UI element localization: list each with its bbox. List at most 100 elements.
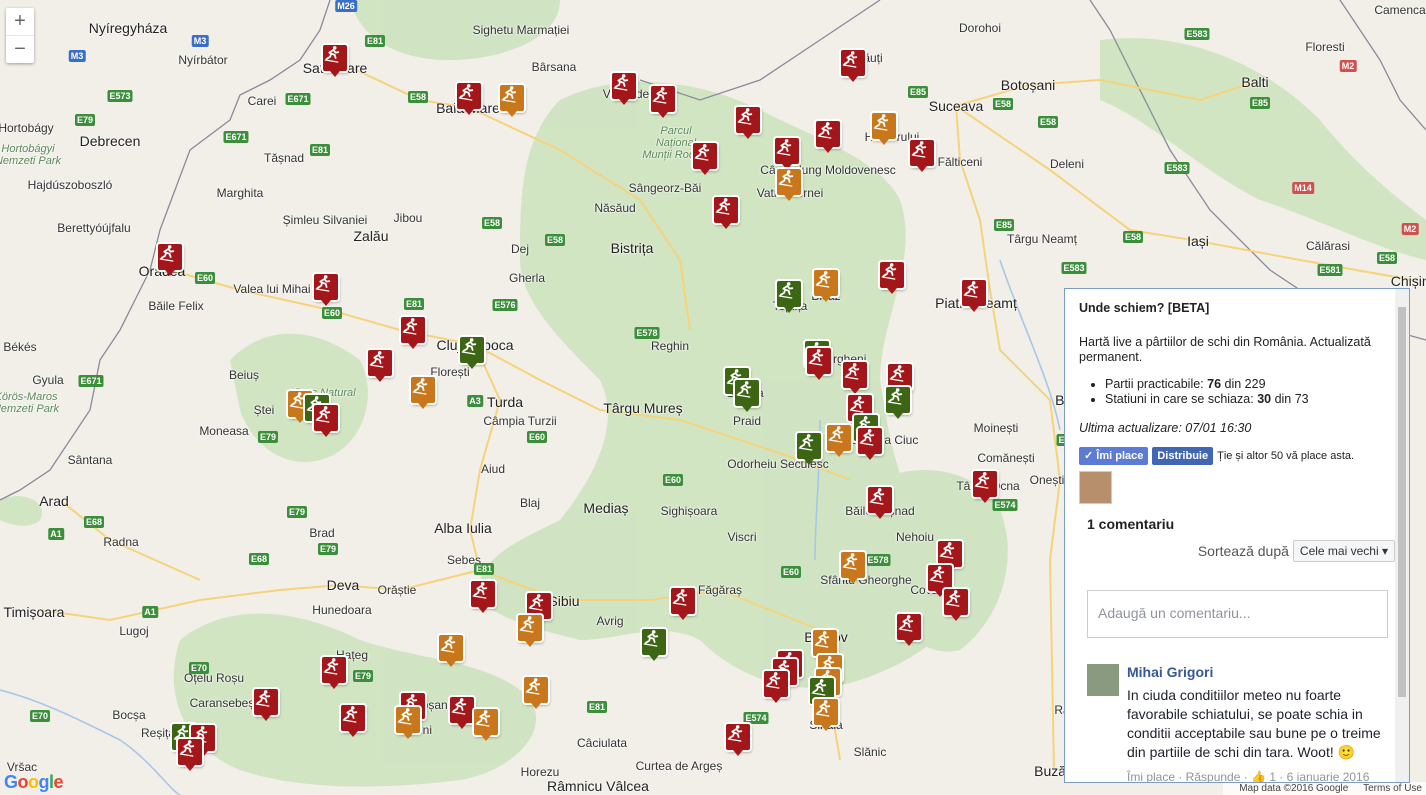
ski-resort-marker[interactable] bbox=[868, 487, 892, 513]
ski-resort-marker[interactable] bbox=[518, 615, 542, 641]
ski-resort-marker[interactable] bbox=[254, 689, 278, 715]
ski-resort-marker[interactable] bbox=[897, 614, 921, 640]
ski-resort-marker[interactable] bbox=[827, 425, 851, 451]
road-shield: E79 bbox=[317, 543, 339, 555]
ski-resort-marker[interactable] bbox=[858, 428, 882, 454]
ski-resort-marker[interactable] bbox=[764, 671, 788, 697]
zoom-out-button[interactable]: − bbox=[6, 35, 34, 63]
ski-resort-marker[interactable] bbox=[973, 471, 997, 497]
ski-resort-marker[interactable] bbox=[872, 113, 896, 139]
ski-resort-marker[interactable] bbox=[314, 274, 338, 300]
ski-resort-marker[interactable] bbox=[841, 552, 865, 578]
panel-title: Unde schiem? [BETA] bbox=[1079, 301, 1210, 315]
skier-icon bbox=[814, 631, 830, 648]
place-label: Bocșa bbox=[112, 708, 146, 722]
comment-input[interactable]: Adaugă un comentariu... bbox=[1087, 590, 1388, 638]
place-label: Caransebeș bbox=[189, 696, 255, 710]
ski-resort-marker[interactable] bbox=[500, 85, 524, 111]
place-label: Camenca bbox=[1374, 3, 1426, 17]
skier-icon bbox=[939, 542, 955, 559]
like-button[interactable]: ✓ Îmi place bbox=[1079, 447, 1149, 465]
terms-link[interactable]: Terms of Use bbox=[1363, 783, 1422, 794]
ski-resort-marker[interactable] bbox=[323, 45, 347, 71]
comment-author[interactable]: Mihai Grigori bbox=[1127, 664, 1395, 680]
ski-resort-marker[interactable] bbox=[813, 630, 837, 656]
ski-resort-marker[interactable] bbox=[777, 169, 801, 195]
road-shield: M14 bbox=[1292, 182, 1314, 194]
ski-resort-marker[interactable] bbox=[777, 281, 801, 307]
ski-resort-marker[interactable] bbox=[158, 244, 182, 270]
ski-resort-marker[interactable] bbox=[471, 581, 495, 607]
place-label: Zalău bbox=[353, 228, 389, 244]
road-shield: E60 bbox=[780, 566, 802, 578]
skier-icon bbox=[798, 434, 814, 451]
ski-resort-marker[interactable] bbox=[178, 739, 202, 765]
commenter-avatar[interactable] bbox=[1087, 664, 1119, 696]
ski-resort-marker[interactable] bbox=[886, 387, 910, 413]
ski-resort-marker[interactable] bbox=[736, 107, 760, 133]
ski-resort-marker[interactable] bbox=[411, 377, 435, 403]
road-shield: E671 bbox=[285, 93, 311, 105]
ski-resort-marker[interactable] bbox=[396, 707, 420, 733]
ski-resort-marker[interactable] bbox=[460, 337, 484, 363]
ski-resort-marker[interactable] bbox=[693, 143, 717, 169]
ski-resort-marker[interactable] bbox=[450, 697, 474, 723]
ski-resort-marker[interactable] bbox=[474, 709, 498, 735]
ski-resort-marker[interactable] bbox=[714, 197, 738, 223]
ski-resort-marker[interactable] bbox=[642, 629, 666, 655]
place-label: Gherla bbox=[508, 271, 546, 285]
place-label: Turda bbox=[486, 394, 524, 410]
place-label: Aiud bbox=[480, 462, 506, 476]
ski-resort-marker[interactable] bbox=[735, 380, 759, 406]
place-label: Hortobágy bbox=[0, 121, 54, 135]
ski-resort-marker[interactable] bbox=[322, 657, 346, 683]
ski-resort-marker[interactable] bbox=[401, 317, 425, 343]
place-label: Făgăraș bbox=[697, 583, 743, 597]
ski-resort-marker[interactable] bbox=[880, 262, 904, 288]
skier-icon bbox=[397, 708, 413, 725]
ski-resort-marker[interactable] bbox=[457, 83, 481, 109]
ski-resort-marker[interactable] bbox=[612, 73, 636, 99]
sort-select[interactable]: Cele mai vechi ▾ bbox=[1292, 540, 1395, 562]
place-label: Onești bbox=[1029, 473, 1065, 487]
ski-resort-marker[interactable] bbox=[807, 348, 831, 374]
ski-resort-marker[interactable] bbox=[841, 50, 865, 76]
place-label: Blaj bbox=[519, 496, 541, 510]
ski-resort-marker[interactable] bbox=[671, 588, 695, 614]
road-shield: E81 bbox=[403, 298, 425, 310]
skier-icon bbox=[458, 84, 474, 101]
ski-resort-marker[interactable] bbox=[439, 635, 463, 661]
comment-actions[interactable]: Îmi place · Răspunde · 👍 1 · 6 ianuarie … bbox=[1127, 770, 1395, 782]
ski-resort-marker[interactable] bbox=[651, 86, 675, 112]
ski-resort-marker[interactable] bbox=[816, 121, 840, 147]
ski-resort-marker[interactable] bbox=[726, 724, 750, 750]
ski-resort-marker[interactable] bbox=[775, 138, 799, 164]
ski-resort-marker[interactable] bbox=[314, 405, 338, 431]
ski-resort-marker[interactable] bbox=[341, 705, 365, 731]
google-logo[interactable]: Google bbox=[4, 772, 64, 793]
ski-resort-marker[interactable] bbox=[797, 433, 821, 459]
ski-resort-marker[interactable] bbox=[944, 589, 968, 615]
ski-resort-marker[interactable] bbox=[910, 140, 934, 166]
place-label: Mediaș bbox=[583, 500, 629, 516]
zoom-in-button[interactable]: + bbox=[6, 8, 34, 35]
panel-scrollbar[interactable] bbox=[1395, 289, 1409, 782]
ski-resort-marker[interactable] bbox=[814, 699, 838, 725]
ski-resort-marker[interactable] bbox=[928, 565, 952, 591]
ski-resort-marker[interactable] bbox=[814, 270, 838, 296]
ski-resort-marker[interactable] bbox=[368, 350, 392, 376]
place-label: Balti bbox=[1241, 74, 1269, 90]
ski-resort-marker[interactable] bbox=[938, 541, 962, 567]
ski-resort-marker[interactable] bbox=[524, 677, 548, 703]
road-shield: E58 bbox=[481, 217, 503, 229]
scrollbar-thumb[interactable] bbox=[1398, 307, 1406, 697]
user-avatar[interactable] bbox=[1079, 471, 1112, 504]
road-shield: M2 bbox=[1339, 60, 1357, 72]
place-label: Florești bbox=[430, 365, 470, 379]
skier-icon bbox=[501, 86, 517, 103]
ski-resort-marker[interactable] bbox=[843, 362, 867, 388]
ski-resort-marker[interactable] bbox=[962, 280, 986, 306]
road-shield: A3 bbox=[467, 395, 483, 407]
share-button[interactable]: Distribuie bbox=[1152, 447, 1214, 465]
place-label: Călărasi bbox=[1305, 239, 1351, 253]
